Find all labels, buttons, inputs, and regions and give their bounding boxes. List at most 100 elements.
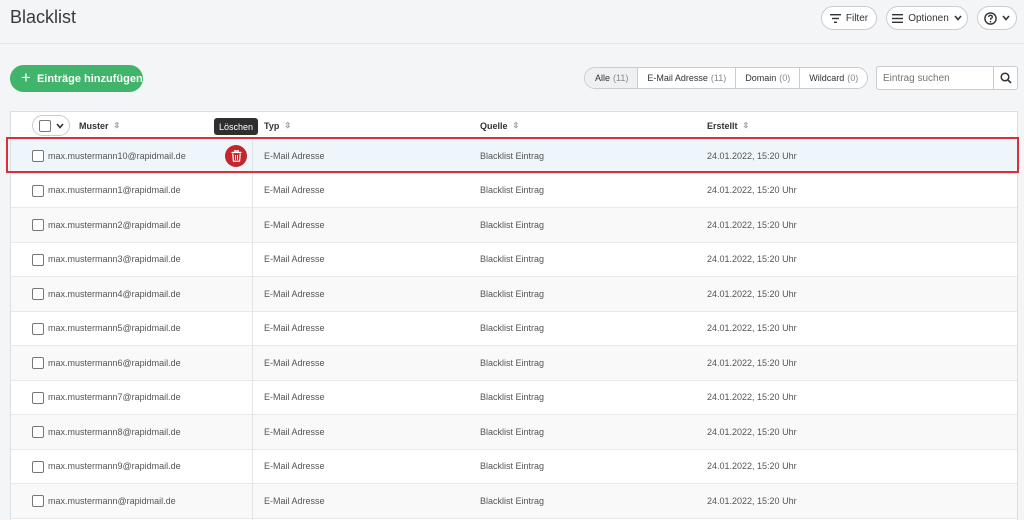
segment-all[interactable]: Alle (11) xyxy=(585,68,638,88)
cell-quelle: Blacklist Eintrag xyxy=(480,185,545,196)
table-row[interactable]: max.mustermann1@rapidmail.de E-Mail Adres… xyxy=(11,174,1017,208)
segment-count: (11) xyxy=(710,73,727,83)
filter-icon xyxy=(829,13,841,23)
cell-muster: max.mustermann8@rapidmail.de xyxy=(48,426,181,437)
cell-erstellt: 24.01.2022, 15:20 Uhr xyxy=(707,185,797,196)
cell-quelle: Blacklist Eintrag xyxy=(480,150,545,161)
cell-quelle: Blacklist Eintrag xyxy=(480,219,545,230)
segment-email[interactable]: E-Mail Adresse (11) xyxy=(637,68,735,88)
segment-label: Domain xyxy=(745,73,777,83)
select-all-checkbox[interactable] xyxy=(38,119,51,132)
cell-muster: max.mustermann6@rapidmail.de xyxy=(48,357,181,368)
options-label: Optionen xyxy=(908,12,949,24)
column-header-typ[interactable]: Typ ⇳ xyxy=(264,112,291,139)
type-filter-segments: Alle (11) E-Mail Adresse (11) Domain (0) Wi… xyxy=(584,67,869,89)
cell-typ: E-Mail Adresse xyxy=(264,357,325,368)
cell-muster: max.mustermann10@rapidmail.de xyxy=(48,150,186,161)
help-button[interactable] xyxy=(977,6,1017,30)
cell-typ: E-Mail Adresse xyxy=(264,185,325,196)
column-label: Muster xyxy=(79,120,109,131)
cell-erstellt: 24.01.2022, 15:20 Uhr xyxy=(707,392,797,403)
row-checkbox[interactable] xyxy=(32,460,44,473)
cell-typ: E-Mail Adresse xyxy=(264,323,325,334)
cell-erstellt: 24.01.2022, 15:20 Uhr xyxy=(707,495,797,506)
options-button[interactable]: Optionen xyxy=(886,6,968,30)
cell-erstellt: 24.01.2022, 15:20 Uhr xyxy=(707,323,797,334)
table-row[interactable]: max.mustermann6@rapidmail.de E-Mail Adres… xyxy=(11,346,1017,381)
sort-icon: ⇳ xyxy=(113,121,121,130)
top-bar: Blacklist Filter Optionen xyxy=(0,0,1024,44)
cell-muster: max.mustermann2@rapidmail.de xyxy=(48,219,181,230)
menu-icon xyxy=(892,13,904,23)
column-label: Quelle xyxy=(480,120,508,131)
segment-domain[interactable]: Domain (0) xyxy=(735,68,799,88)
table-row[interactable]: max.mustermann4@rapidmail.de E-Mail Adres… xyxy=(11,277,1017,312)
add-entries-label: Einträge hinzufügen xyxy=(36,72,143,85)
cell-typ: E-Mail Adresse xyxy=(264,254,325,265)
cell-muster: max.mustermann@rapidmail.de xyxy=(48,495,176,506)
table-row[interactable]: max.mustermann10@rapidmail.de E-Mail Adre… xyxy=(11,139,1017,174)
cell-muster: max.mustermann3@rapidmail.de xyxy=(48,254,181,265)
segment-label: Wildcard xyxy=(809,73,845,83)
table-row[interactable]: max.mustermann7@rapidmail.de E-Mail Adres… xyxy=(11,381,1017,415)
column-divider xyxy=(252,139,253,520)
row-checkbox[interactable] xyxy=(32,391,44,404)
cell-erstellt: 24.01.2022, 15:20 Uhr xyxy=(707,461,797,472)
search-input[interactable] xyxy=(877,67,993,89)
trash-icon xyxy=(231,150,241,162)
cell-erstellt: 24.01.2022, 15:20 Uhr xyxy=(707,357,797,368)
column-header-quelle[interactable]: Quelle ⇳ xyxy=(480,112,519,139)
cell-quelle: Blacklist Eintrag xyxy=(480,288,545,299)
row-checkbox[interactable] xyxy=(32,184,44,197)
cell-erstellt: 24.01.2022, 15:20 Uhr xyxy=(707,150,797,161)
cell-typ: E-Mail Adresse xyxy=(264,219,325,230)
cell-quelle: Blacklist Eintrag xyxy=(480,357,545,368)
row-checkbox[interactable] xyxy=(32,357,44,369)
segment-count: (0) xyxy=(779,73,791,83)
column-header-erstellt[interactable]: Erstellt ⇳ xyxy=(707,112,750,139)
cell-typ: E-Mail Adresse xyxy=(264,461,325,472)
row-checkbox[interactable] xyxy=(32,495,44,507)
cell-quelle: Blacklist Eintrag xyxy=(480,461,545,472)
search-icon xyxy=(999,72,1012,84)
row-checkbox[interactable] xyxy=(32,426,44,438)
row-checkbox[interactable] xyxy=(32,253,44,266)
cell-typ: E-Mail Adresse xyxy=(264,495,325,506)
table-row[interactable]: max.mustermann@rapidmail.de E-Mail Adress… xyxy=(11,484,1017,519)
table-row[interactable]: max.mustermann2@rapidmail.de E-Mail Adres… xyxy=(11,208,1017,243)
table-row[interactable]: max.mustermann5@rapidmail.de E-Mail Adres… xyxy=(11,312,1017,346)
page-title: Blacklist xyxy=(10,7,77,27)
cell-quelle: Blacklist Eintrag xyxy=(480,426,545,437)
cell-quelle: Blacklist Eintrag xyxy=(480,392,545,403)
segment-count: (11) xyxy=(613,73,629,83)
row-checkbox[interactable] xyxy=(32,219,44,231)
row-checkbox[interactable] xyxy=(32,288,44,300)
segment-label: Alle xyxy=(595,73,611,83)
chevron-down-icon xyxy=(954,15,962,21)
cell-typ: E-Mail Adresse xyxy=(264,150,325,161)
segment-wildcard[interactable]: Wildcard (0) xyxy=(799,68,867,88)
row-checkbox[interactable] xyxy=(32,150,44,162)
table-row[interactable]: max.mustermann3@rapidmail.de E-Mail Adres… xyxy=(11,243,1017,277)
cell-erstellt: 24.01.2022, 15:20 Uhr xyxy=(707,426,797,437)
filter-button[interactable]: Filter xyxy=(821,6,877,30)
table-row[interactable]: max.mustermann9@rapidmail.de E-Mail Adres… xyxy=(11,450,1017,484)
add-entries-button[interactable]: + Einträge hinzufügen xyxy=(10,65,143,92)
cell-muster: max.mustermann4@rapidmail.de xyxy=(48,288,181,299)
cell-muster: max.mustermann1@rapidmail.de xyxy=(48,185,181,196)
select-all-dropdown[interactable] xyxy=(32,115,70,136)
table-header: Muster ⇳ Typ ⇳ Quelle ⇳ Erstellt ⇳ xyxy=(11,112,1017,139)
cell-typ: E-Mail Adresse xyxy=(264,392,325,403)
delete-button[interactable] xyxy=(225,145,247,167)
cell-typ: E-Mail Adresse xyxy=(264,426,325,437)
cell-quelle: Blacklist Eintrag xyxy=(480,254,545,265)
sort-icon: ⇳ xyxy=(742,121,750,130)
column-header-muster[interactable]: Muster ⇳ xyxy=(79,112,121,139)
cell-erstellt: 24.01.2022, 15:20 Uhr xyxy=(707,219,797,230)
table-row[interactable]: max.mustermann8@rapidmail.de E-Mail Adres… xyxy=(11,415,1017,450)
delete-tooltip: Löschen xyxy=(214,118,259,135)
column-label: Typ xyxy=(264,120,280,131)
row-checkbox[interactable] xyxy=(32,322,44,335)
search-button[interactable] xyxy=(993,67,1017,89)
chevron-down-icon xyxy=(1002,15,1010,21)
